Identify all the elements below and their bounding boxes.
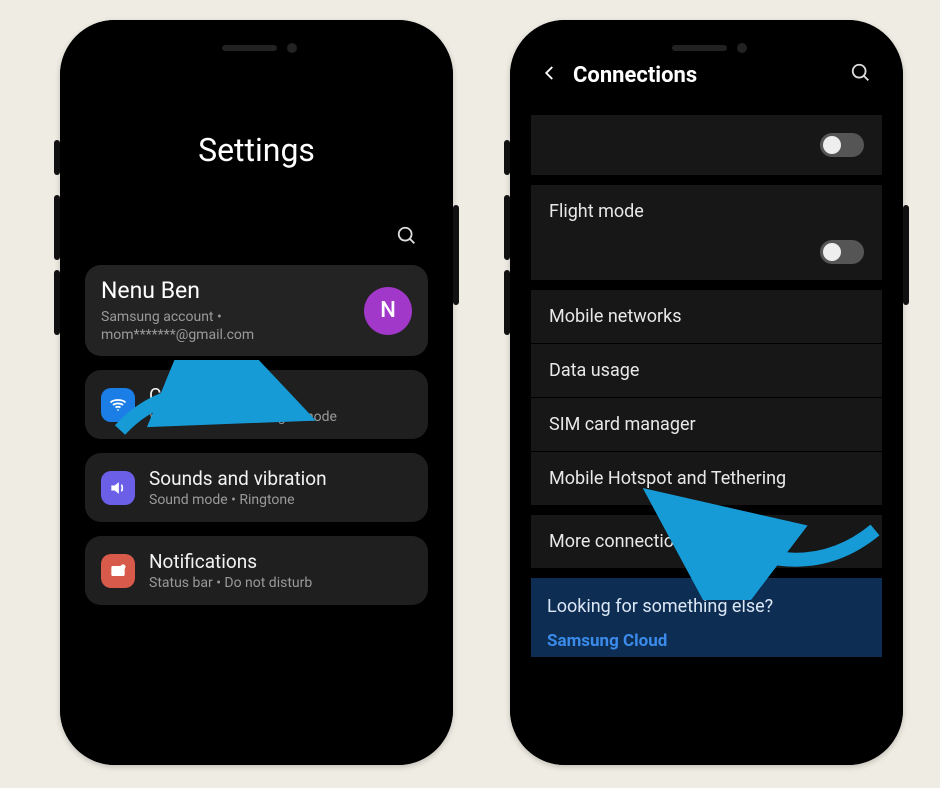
- account-email: mom*******@gmail.com: [101, 326, 254, 344]
- screen: Connections Flight mode: [525, 35, 888, 750]
- row-sim-manager[interactable]: SIM card manager: [531, 397, 882, 451]
- search-icon: [850, 62, 872, 84]
- chevron-left-icon: [541, 64, 559, 82]
- side-button: [504, 195, 510, 260]
- row-label: SIM card manager: [549, 414, 696, 435]
- account-line: Samsung account •: [101, 308, 254, 326]
- page-title: Settings: [198, 131, 315, 169]
- page-title: Connections: [573, 63, 836, 88]
- notch: [617, 35, 797, 65]
- item-title: Notifications: [149, 550, 412, 573]
- row-group-top: [531, 115, 882, 175]
- item-sub: Status bar • Do not disturb: [149, 575, 412, 591]
- account-text: Nenu Ben Samsung account • mom*******@gm…: [101, 277, 254, 344]
- sound-icon: [101, 471, 135, 505]
- side-button: [453, 205, 459, 305]
- list-item-sounds[interactable]: Sounds and vibration Sound mode • Ringto…: [85, 453, 428, 522]
- row-data-usage[interactable]: Data usage: [531, 343, 882, 397]
- side-button: [54, 195, 60, 260]
- item-title: Sounds and vibration: [149, 467, 412, 490]
- screen: Settings Nenu Ben Samsung account • mom*…: [75, 35, 438, 750]
- settings-list: Nenu Ben Samsung account • mom*******@gm…: [75, 265, 438, 605]
- page-title-area: Settings: [75, 35, 438, 265]
- back-button[interactable]: [541, 64, 559, 86]
- side-button: [903, 205, 909, 305]
- search-button[interactable]: [396, 217, 418, 255]
- phone-mockup-connections: Connections Flight mode: [510, 20, 903, 765]
- side-button: [504, 140, 510, 175]
- avatar-initial: N: [380, 298, 396, 323]
- toggle-switch[interactable]: [820, 133, 864, 157]
- row-label: Flight mode: [549, 201, 644, 222]
- row-group-flight: Flight mode: [531, 185, 882, 280]
- toggle-switch[interactable]: [820, 240, 864, 264]
- avatar[interactable]: N: [364, 287, 412, 335]
- row-label: Mobile Hotspot and Tethering: [549, 468, 786, 489]
- notch: [167, 35, 347, 65]
- side-button: [54, 140, 60, 175]
- row-group-network: Mobile networks Data usage SIM card mana…: [531, 290, 882, 505]
- footer-link[interactable]: Samsung Cloud: [547, 631, 866, 651]
- search-icon: [396, 225, 418, 247]
- toggle-row-partial[interactable]: [531, 115, 882, 175]
- row-mobile-networks[interactable]: Mobile networks: [531, 290, 882, 343]
- item-title: Connections: [149, 384, 412, 407]
- row-flight-mode[interactable]: Flight mode: [531, 185, 882, 280]
- row-label: More connection settings: [549, 531, 753, 552]
- row-label: Mobile networks: [549, 306, 682, 327]
- row-group-more: More connection settings: [531, 515, 882, 568]
- footer-panel: Looking for something else? Samsung Clou…: [531, 578, 882, 657]
- list-item-connections[interactable]: Connections Wi-Fi • Bluetooth • Flight m…: [85, 370, 428, 439]
- account-name: Nenu Ben: [101, 277, 254, 304]
- wifi-icon: [101, 388, 135, 422]
- item-sub: Sound mode • Ringtone: [149, 492, 412, 508]
- side-button: [504, 270, 510, 335]
- footer-prompt: Looking for something else?: [547, 596, 866, 617]
- list-item-notifications[interactable]: Notifications Status bar • Do not distur…: [85, 536, 428, 605]
- notification-icon: [101, 554, 135, 588]
- side-button: [54, 270, 60, 335]
- phone-mockup-settings: Settings Nenu Ben Samsung account • mom*…: [60, 20, 453, 765]
- row-more-settings[interactable]: More connection settings: [531, 515, 882, 568]
- row-label: Data usage: [549, 360, 639, 381]
- item-sub: Wi-Fi • Bluetooth • Flight mode: [149, 409, 412, 425]
- row-hotspot[interactable]: Mobile Hotspot and Tethering: [531, 451, 882, 505]
- search-button[interactable]: [850, 62, 872, 88]
- account-card[interactable]: Nenu Ben Samsung account • mom*******@gm…: [85, 265, 428, 356]
